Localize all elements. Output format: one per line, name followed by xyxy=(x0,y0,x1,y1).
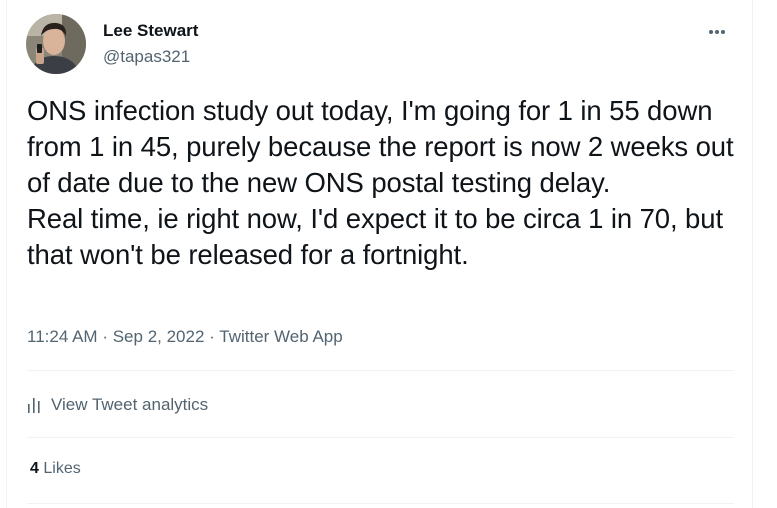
likes-label: Likes xyxy=(43,460,81,477)
tweet-time[interactable]: 11:24 AM xyxy=(27,327,98,346)
divider xyxy=(27,437,734,438)
divider xyxy=(27,503,734,504)
analytics-label: View Tweet analytics xyxy=(51,395,209,414)
tweet-date[interactable]: Sep 2, 2022 xyxy=(113,327,205,346)
bar-chart-icon xyxy=(28,398,40,413)
tweet-text: ONS infection study out today, I'm going… xyxy=(27,95,734,270)
meta-separator: · xyxy=(209,327,215,346)
likes-link[interactable]: 4 Likes xyxy=(30,460,81,478)
more-options-button[interactable] xyxy=(703,18,731,46)
view-tweet-analytics-link[interactable]: View Tweet analytics xyxy=(27,394,208,416)
tweet-metadata: 11:24 AM · Sep 2, 2022 · Twitter Web App xyxy=(27,327,343,347)
author-display-name[interactable]: Lee Stewart xyxy=(103,21,198,41)
meta-separator: · xyxy=(102,327,108,346)
divider xyxy=(27,370,734,371)
avatar-image xyxy=(26,14,86,74)
author-handle[interactable]: @tapas321 xyxy=(103,47,190,67)
avatar[interactable] xyxy=(26,14,86,74)
more-horizontal-icon xyxy=(709,30,725,34)
likes-count: 4 xyxy=(30,460,39,477)
tweet-source: Twitter Web App xyxy=(219,327,343,346)
tweet-card: Lee Stewart @tapas321 ONS infection stud… xyxy=(6,0,753,508)
